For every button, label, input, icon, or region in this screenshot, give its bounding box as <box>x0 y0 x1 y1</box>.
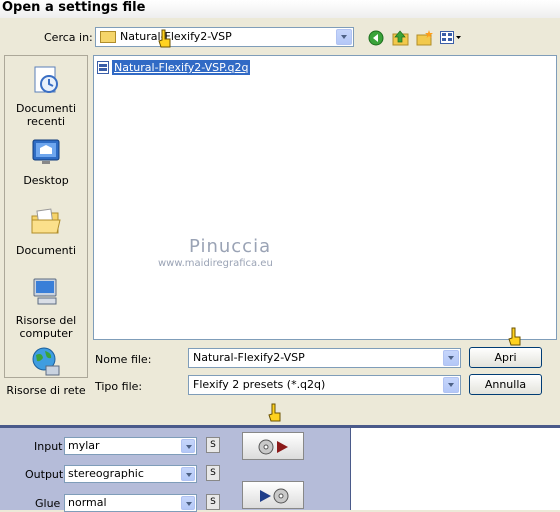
place-label: Documenti recenti <box>15 102 77 128</box>
dialog-title: Open a settings file <box>0 0 560 18</box>
place-desktop[interactable]: Desktop <box>5 136 87 187</box>
file-type-label: Tipo file: <box>95 380 143 393</box>
q2q-file-icon <box>97 61 109 74</box>
place-label: Documenti <box>15 244 77 257</box>
documents-folder-icon <box>31 208 61 234</box>
view-menu-icon[interactable] <box>440 31 462 45</box>
look-in-combo[interactable]: Natural-Flexify2-VSP <box>95 27 354 47</box>
look-in-value: Natural-Flexify2-VSP <box>120 30 232 43</box>
place-my-computer[interactable]: Risorse del computer <box>5 276 87 340</box>
place-label: Risorse di rete <box>6 384 86 397</box>
file-name[interactable]: Natural-Flexify2-VSP.q2q <box>112 60 251 75</box>
place-documents[interactable]: Documenti <box>5 206 87 257</box>
up-folder-icon[interactable] <box>392 29 410 47</box>
pointing-hand-icon <box>268 403 281 422</box>
file-name-value: Natural-Flexify2-VSP <box>193 351 305 364</box>
file-name-label: Nome file: <box>95 353 152 366</box>
chevron-down-icon[interactable] <box>181 467 195 481</box>
save-preset-button[interactable] <box>242 481 304 509</box>
preview-area <box>350 428 560 510</box>
chevron-down-icon[interactable] <box>181 439 195 453</box>
glue-label: Glue <box>35 497 61 510</box>
input-select[interactable]: mylar <box>64 437 197 455</box>
places-bar: Documenti recenti Desktop Documenti Riso… <box>4 55 88 397</box>
network-icon <box>32 347 60 376</box>
file-type-value: Flexify 2 presets (*.q2q) <box>193 378 326 391</box>
input-label: Input <box>34 440 63 453</box>
input-s-button[interactable]: S <box>206 437 220 453</box>
file-list[interactable]: Natural-Flexify2-VSP.q2q Pinuccia www.ma… <box>93 29 557 340</box>
look-in-label: Cerca in: <box>44 31 93 44</box>
back-icon[interactable] <box>368 30 384 46</box>
chevron-down-icon[interactable] <box>443 377 459 393</box>
output-select[interactable]: stereographic <box>64 465 197 483</box>
computer-icon <box>33 278 57 305</box>
place-recent-documents[interactable]: Documenti recenti <box>5 64 87 128</box>
chevron-down-icon[interactable] <box>443 350 459 366</box>
output-s-button[interactable]: S <box>206 465 220 481</box>
open-button[interactable]: Apri <box>469 347 542 368</box>
load-preset-button[interactable] <box>242 432 304 460</box>
glue-select[interactable]: normal <box>64 494 197 512</box>
place-label: Risorse del computer <box>15 314 77 340</box>
cancel-button-label: Annulla <box>484 378 527 391</box>
chevron-down-icon[interactable] <box>336 29 352 45</box>
file-name-combo[interactable]: Natural-Flexify2-VSP <box>188 348 461 368</box>
output-value: stereographic <box>68 467 144 480</box>
file-type-combo[interactable]: Flexify 2 presets (*.q2q) <box>188 375 461 395</box>
glue-value: normal <box>68 496 107 509</box>
pointing-hand-icon <box>158 29 171 48</box>
play-disc-icon <box>260 488 289 504</box>
chevron-down-icon[interactable] <box>181 496 195 510</box>
watermark-site: www.maidiregrafica.eu <box>158 258 273 269</box>
plugin-panel: Input mylar S Output stereographic S Glu… <box>0 403 560 512</box>
open-button-label: Apri <box>494 351 517 364</box>
desktop-icon <box>32 139 60 164</box>
folder-icon <box>100 31 116 43</box>
place-label: Desktop <box>23 174 69 187</box>
input-value: mylar <box>68 439 100 452</box>
watermark-name: Pinuccia <box>189 236 272 257</box>
pointing-hand-icon <box>508 327 521 346</box>
recent-documents-icon <box>34 66 58 93</box>
output-label: Output <box>25 468 64 481</box>
place-network[interactable]: Risorse di rete <box>5 346 87 397</box>
cancel-button[interactable]: Annulla <box>469 374 542 395</box>
disc-play-icon <box>258 439 288 455</box>
glue-s-button[interactable]: S <box>206 494 220 510</box>
new-folder-icon[interactable] <box>416 29 434 47</box>
